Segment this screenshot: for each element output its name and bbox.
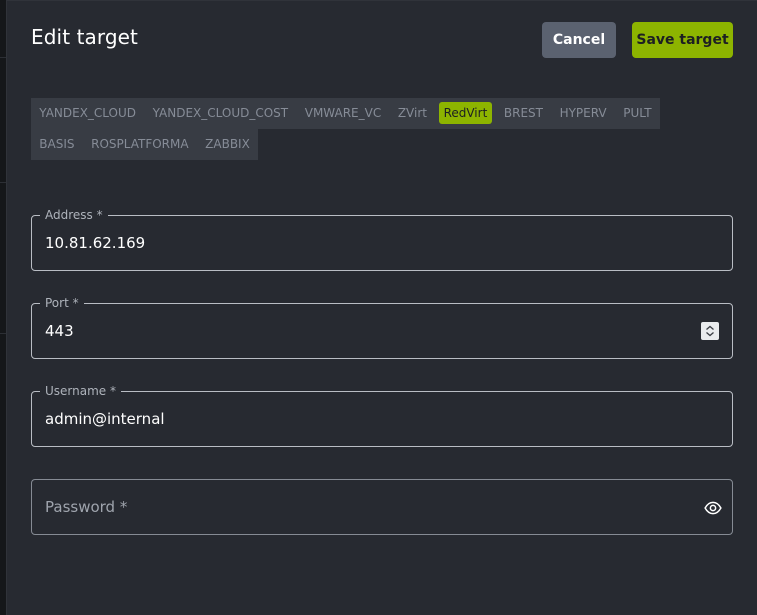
tab-basis[interactable]: BASIS xyxy=(31,129,83,160)
tab-label: BASIS xyxy=(39,137,75,151)
username-field[interactable]: Username * admin@internal xyxy=(31,383,733,447)
eye-icon[interactable] xyxy=(704,499,722,517)
tab-label: ZABBIX xyxy=(205,137,250,151)
tab-label: YANDEX_CLOUD_COST xyxy=(152,106,289,120)
cancel-button[interactable]: Cancel xyxy=(542,22,616,58)
dialog-title: Edit target xyxy=(31,25,138,49)
tab-zvirt[interactable]: ZVirt xyxy=(389,98,436,129)
tab-pult[interactable]: PULT xyxy=(614,98,660,129)
username-label: Username * xyxy=(40,383,121,399)
address-input[interactable]: 10.81.62.169 xyxy=(45,233,145,253)
port-field[interactable]: Port * 443 xyxy=(31,295,733,359)
target-type-tabs: YANDEX_CLOUD YANDEX_CLOUD_COST VMWARE_VC ZV… xyxy=(31,98,699,160)
tab-zabbix[interactable]: ZABBIX xyxy=(196,129,259,160)
tab-brest[interactable]: BREST xyxy=(495,98,552,129)
tab-label: BREST xyxy=(503,106,543,120)
username-input[interactable]: admin@internal xyxy=(45,409,165,429)
tab-label: ZVirt xyxy=(397,106,427,120)
tab-label: ROSPLATFORMA xyxy=(91,137,189,151)
stepper-icon[interactable] xyxy=(701,322,719,340)
password-input[interactable]: Password * xyxy=(45,497,127,517)
tab-label: VMWARE_VC xyxy=(304,106,382,120)
tab-label: HYPERV xyxy=(559,106,607,120)
save-target-button[interactable]: Save target xyxy=(632,22,733,58)
port-label: Port * xyxy=(40,295,84,311)
tab-label: YANDEX_CLOUD xyxy=(39,106,137,120)
tab-vmware-vc[interactable]: VMWARE_VC xyxy=(296,98,390,129)
tab-hyperv[interactable]: HYPERV xyxy=(551,98,615,129)
tab-yandex-cloud[interactable]: YANDEX_CLOUD xyxy=(31,98,145,129)
password-field[interactable]: Password * xyxy=(31,479,733,535)
tab-yandex-cloud-cost[interactable]: YANDEX_CLOUD_COST xyxy=(144,98,297,129)
port-input[interactable]: 443 xyxy=(45,321,74,341)
tab-redvirt[interactable]: RedVirt xyxy=(435,98,496,129)
address-field[interactable]: Address * 10.81.62.169 xyxy=(31,207,733,271)
tab-label: PULT xyxy=(623,106,652,120)
address-label: Address * xyxy=(40,207,108,223)
tab-label: RedVirt xyxy=(438,102,493,124)
edit-target-dialog: Edit target Cancel Save target YANDEX_CL… xyxy=(6,0,757,615)
tab-rosplatforma[interactable]: ROSPLATFORMA xyxy=(82,129,197,160)
